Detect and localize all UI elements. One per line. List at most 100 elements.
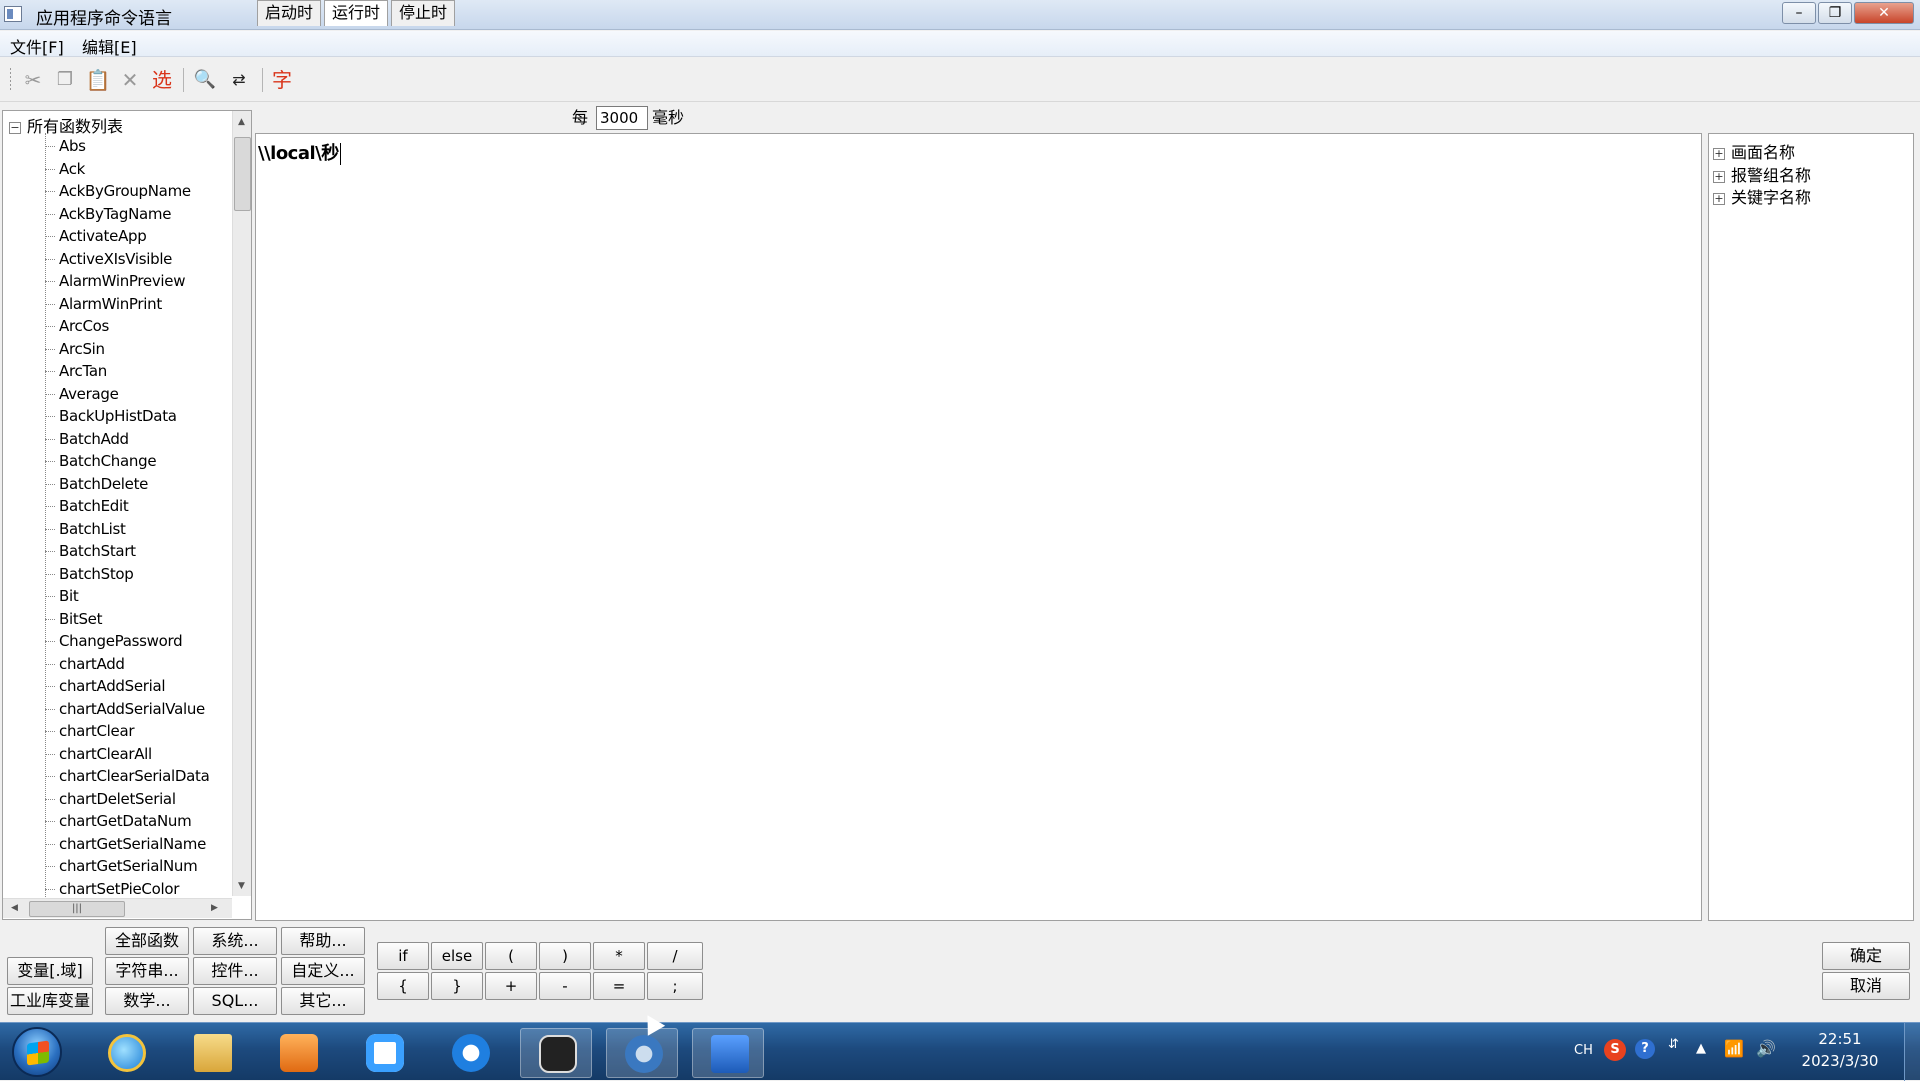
minimize-button[interactable]: –: [1782, 2, 1816, 24]
function-item[interactable]: BatchStart: [3, 540, 231, 563]
menu-edit[interactable]: 编辑[E]: [82, 34, 137, 58]
string-button[interactable]: 字符串...: [105, 957, 189, 985]
function-item[interactable]: chartAdd: [3, 653, 231, 676]
expand-icon[interactable]: +: [1713, 170, 1725, 183]
tree-root[interactable]: − 所有函数列表: [9, 113, 123, 136]
variable-button[interactable]: 变量[.域]: [7, 957, 93, 985]
function-item[interactable]: ArcCos: [3, 315, 231, 338]
vertical-scroll-thumb[interactable]: [234, 137, 251, 211]
find-icon[interactable]: 🔍: [192, 67, 218, 93]
op-lbrace-button[interactable]: {: [377, 972, 429, 1000]
op-divide-button[interactable]: /: [647, 942, 703, 970]
help-button[interactable]: 帮助...: [281, 927, 365, 955]
function-item[interactable]: chartClearSerialData: [3, 765, 231, 788]
op-plus-button[interactable]: +: [485, 972, 537, 1000]
function-item[interactable]: BackUpHistData: [3, 405, 231, 428]
function-item[interactable]: chartDeletSerial: [3, 788, 231, 811]
app-icon[interactable]: [4, 6, 22, 22]
horizontal-scroll-thumb[interactable]: |||: [29, 901, 125, 917]
function-item[interactable]: chartGetSerialName: [3, 833, 231, 856]
op-lparen-button[interactable]: (: [485, 942, 537, 970]
other-button[interactable]: 其它...: [281, 987, 365, 1015]
cancel-button[interactable]: 取消: [1822, 972, 1910, 1000]
sql-button[interactable]: SQL...: [193, 987, 277, 1015]
signal-icon[interactable]: 📶: [1724, 1039, 1744, 1058]
delete-icon[interactable]: ✕: [117, 67, 143, 93]
function-item[interactable]: ArcTan: [3, 360, 231, 383]
function-item[interactable]: Ack: [3, 158, 231, 181]
function-item[interactable]: BatchList: [3, 518, 231, 541]
function-item[interactable]: chartClear: [3, 720, 231, 743]
system-button[interactable]: 系统...: [193, 927, 277, 955]
op-multiply-button[interactable]: *: [593, 942, 645, 970]
ok-button[interactable]: 确定: [1822, 942, 1910, 970]
function-item[interactable]: chartGetSerialNum: [3, 855, 231, 878]
file-explorer-icon[interactable]: [176, 1028, 248, 1078]
function-item[interactable]: AlarmWinPreview: [3, 270, 231, 293]
custom-button[interactable]: 自定义...: [281, 957, 365, 985]
function-item[interactable]: BatchEdit: [3, 495, 231, 518]
function-item[interactable]: BatchAdd: [3, 428, 231, 451]
show-hidden-icons-icon[interactable]: ▲: [1696, 1041, 1706, 1056]
function-item[interactable]: AlarmWinPrint: [3, 293, 231, 316]
scroll-left-icon[interactable]: ◀: [11, 903, 18, 913]
op-semicolon-button[interactable]: ;: [647, 972, 703, 1000]
expand-icon[interactable]: +: [1713, 147, 1725, 160]
function-item[interactable]: Bit: [3, 585, 231, 608]
function-item[interactable]: BatchChange: [3, 450, 231, 473]
collapse-icon[interactable]: −: [9, 121, 21, 134]
select-all-button[interactable]: 选: [149, 67, 175, 93]
replace-icon[interactable]: ⇄: [226, 67, 252, 93]
function-item[interactable]: chartClearAll: [3, 743, 231, 766]
vertical-scrollbar[interactable]: ▲ ▼: [232, 111, 251, 896]
function-item[interactable]: chartAddSerialValue: [3, 698, 231, 721]
kingview-app-icon[interactable]: [692, 1028, 764, 1078]
cut-icon[interactable]: ✂: [20, 67, 46, 93]
scroll-right-icon[interactable]: ▶: [211, 903, 218, 913]
function-item[interactable]: AckByGroupName: [3, 180, 231, 203]
start-button[interactable]: [12, 1027, 62, 1077]
sogou-icon[interactable]: [434, 1028, 506, 1078]
function-item[interactable]: BatchDelete: [3, 473, 231, 496]
media-player-icon[interactable]: [262, 1028, 334, 1078]
robot-app-icon[interactable]: [520, 1028, 592, 1078]
tree-item-alarm-group[interactable]: + 报警组名称: [1713, 162, 1811, 186]
menu-file[interactable]: 文件[F]: [10, 34, 64, 58]
tree-item-screen-name[interactable]: + 画面名称: [1713, 139, 1795, 163]
script-editor[interactable]: \\local\秒: [255, 133, 1702, 921]
tab-run[interactable]: 运行时: [324, 0, 388, 26]
function-item[interactable]: BatchStop: [3, 563, 231, 586]
function-item[interactable]: chartAddSerial: [3, 675, 231, 698]
scroll-down-icon[interactable]: ▼: [238, 881, 245, 891]
function-item[interactable]: ChangePassword: [3, 630, 231, 653]
clock[interactable]: 22:51 2023/3/30: [1790, 1028, 1890, 1072]
library-variable-button[interactable]: 工业库变量: [7, 987, 93, 1015]
settings-app-icon[interactable]: [606, 1028, 678, 1078]
all-functions-button[interactable]: 全部函数: [105, 927, 189, 955]
font-button[interactable]: 字: [269, 67, 295, 93]
internet-explorer-icon[interactable]: [90, 1028, 162, 1078]
interval-input[interactable]: 3000: [596, 106, 648, 130]
baidu-netdisk-icon[interactable]: [348, 1028, 420, 1078]
op-minus-button[interactable]: -: [539, 972, 591, 1000]
function-item[interactable]: chartGetDataNum: [3, 810, 231, 833]
maximize-button[interactable]: ❐: [1818, 2, 1852, 24]
function-item[interactable]: chartSetPieColor: [3, 878, 231, 901]
function-item[interactable]: ActivateApp: [3, 225, 231, 248]
close-button[interactable]: ✕: [1854, 2, 1914, 24]
op-else-button[interactable]: else: [431, 942, 483, 970]
sogou-ime-icon[interactable]: S: [1604, 1039, 1626, 1061]
horizontal-scrollbar[interactable]: ◀ ||| ▶: [3, 898, 232, 918]
function-item[interactable]: ArcSin: [3, 338, 231, 361]
op-rbrace-button[interactable]: }: [431, 972, 483, 1000]
math-button[interactable]: 数学...: [105, 987, 189, 1015]
help-tray-icon[interactable]: ?: [1635, 1039, 1655, 1059]
tree-item-keyword[interactable]: + 关键字名称: [1713, 184, 1811, 208]
function-item[interactable]: ActiveXIsVisible: [3, 248, 231, 271]
function-item[interactable]: AckByTagName: [3, 203, 231, 226]
tab-start[interactable]: 启动时: [257, 0, 321, 26]
network-adapter-icon[interactable]: ⇵: [1668, 1037, 1679, 1052]
function-item[interactable]: BitSet: [3, 608, 231, 631]
input-language[interactable]: CH: [1574, 1043, 1593, 1058]
expand-icon[interactable]: +: [1713, 192, 1725, 205]
